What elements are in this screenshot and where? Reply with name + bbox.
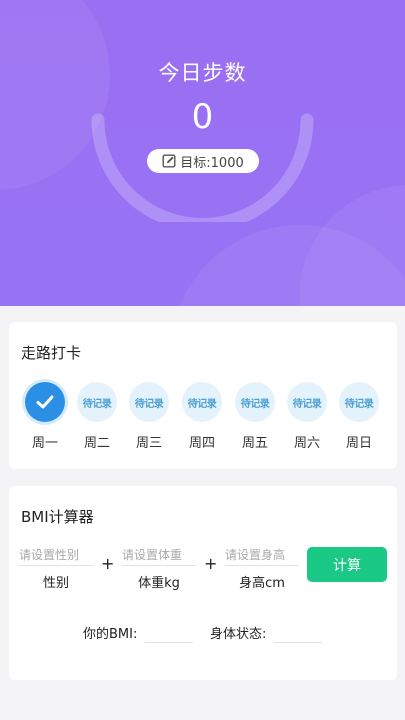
day-label: 周三 (135, 436, 162, 451)
target-button[interactable]: 目标:1000 (147, 149, 259, 173)
body-status-value (274, 624, 322, 643)
day-item-fri[interactable]: 待记录 周五 (233, 382, 277, 452)
bmi-calculator-card: BMI计算器 性别 + 体重kg + 身高cm 计算 你的BMI: 身体状态: (9, 486, 397, 680)
day-label: 周一 (31, 436, 58, 451)
day-status-pending: 待记录 (129, 382, 169, 422)
step-count: 0 (191, 97, 214, 137)
weight-input[interactable] (122, 544, 196, 566)
day-item-sat[interactable]: 待记录 周六 (285, 382, 329, 452)
height-label: 身高cm (239, 576, 285, 591)
gender-input[interactable] (19, 544, 93, 566)
gender-field-group: 性别 (19, 544, 93, 591)
day-item-sun[interactable]: 待记录 周日 (337, 382, 381, 452)
bmi-result-label: 你的BMI: (83, 627, 138, 642)
plus-sign: + (204, 554, 218, 573)
height-field-group: 身高cm (225, 544, 299, 591)
day-label: 周五 (241, 436, 268, 451)
bmi-card-title: BMI计算器 (21, 508, 94, 526)
day-status-pending: 待记录 (287, 382, 327, 422)
height-input[interactable] (225, 544, 299, 566)
day-item-mon[interactable]: 周一 (23, 382, 67, 452)
walk-card-title: 走路打卡 (21, 344, 82, 362)
day-label: 周六 (293, 436, 320, 451)
day-status-pending: 待记录 (235, 382, 275, 422)
day-status-pending: 待记录 (77, 382, 117, 422)
edit-icon (162, 154, 176, 168)
day-status-checked (25, 382, 65, 422)
day-label: 周二 (83, 436, 110, 451)
day-item-tue[interactable]: 待记录 周二 (75, 382, 119, 452)
day-item-wed[interactable]: 待记录 周三 (127, 382, 171, 452)
day-status-pending: 待记录 (339, 382, 379, 422)
gender-label: 性别 (42, 576, 69, 591)
bmi-result-value (145, 624, 193, 643)
day-label: 周四 (188, 436, 215, 451)
weight-label: 体重kg (138, 576, 180, 591)
target-label: 目标:1000 (180, 155, 244, 171)
day-label: 周日 (345, 436, 372, 451)
day-status-pending: 待记录 (182, 382, 222, 422)
day-item-thu[interactable]: 待记录 周四 (180, 382, 224, 452)
body-status-label: 身体状态: (210, 627, 267, 642)
plus-sign: + (101, 554, 115, 573)
weight-field-group: 体重kg (122, 544, 196, 591)
walk-checkin-card: 走路打卡 周一 待记录 周二 待记录 周三 待记录 周四 待记录 周五 待记录 … (9, 322, 397, 469)
step-header: 今日步数 0 目标:1000 (0, 0, 405, 306)
calculate-button[interactable]: 计算 (307, 547, 387, 582)
page-title: 今日步数 (158, 61, 247, 85)
check-icon (36, 395, 54, 409)
